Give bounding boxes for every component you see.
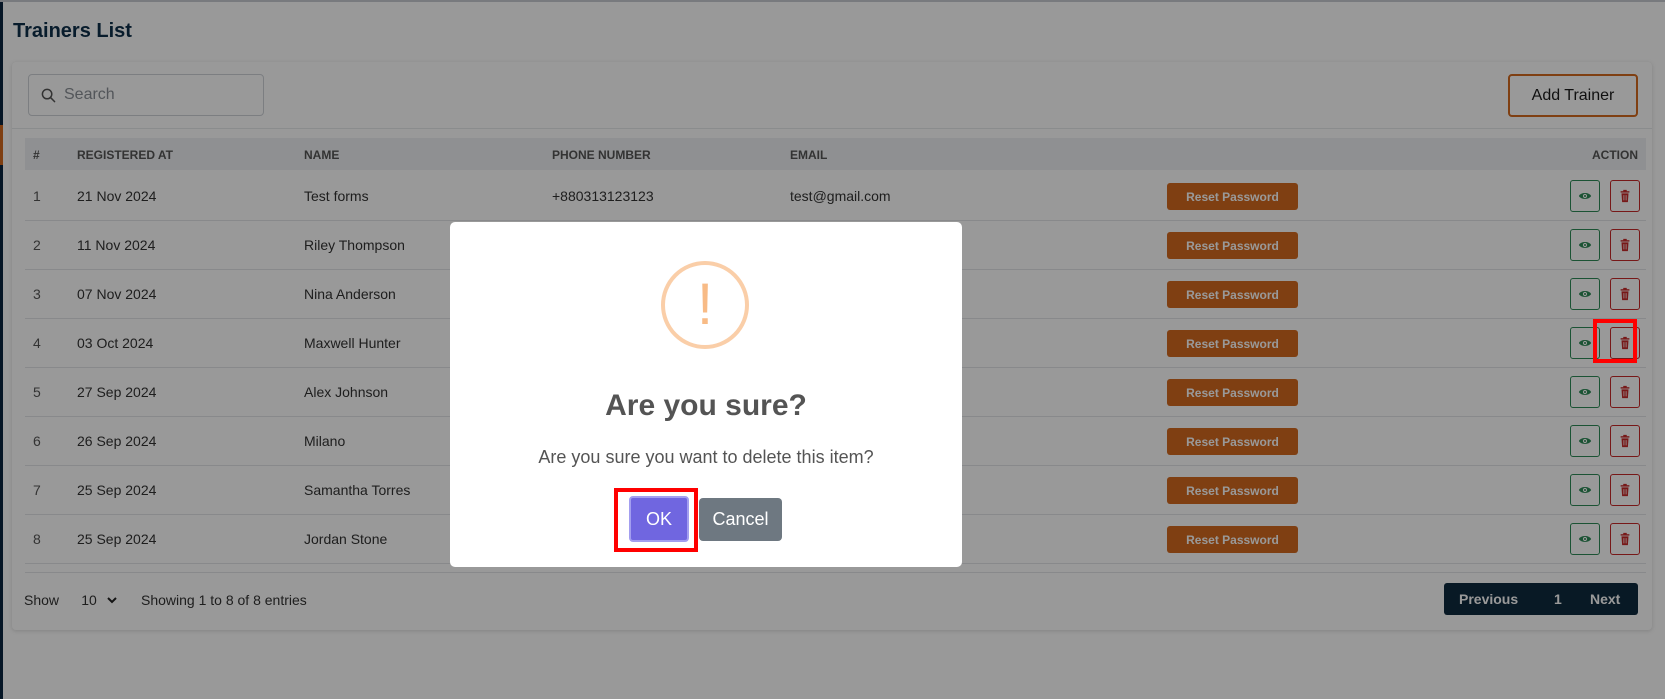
confirm-dialog: ! Are you sure? Are you sure you want to…: [450, 222, 962, 567]
cancel-button[interactable]: Cancel: [699, 498, 782, 541]
dialog-message: Are you sure you want to delete this ite…: [538, 447, 874, 467]
warning-icon: !: [661, 261, 749, 349]
dialog-title: Are you sure?: [605, 389, 807, 422]
ok-button[interactable]: OK: [629, 496, 689, 542]
